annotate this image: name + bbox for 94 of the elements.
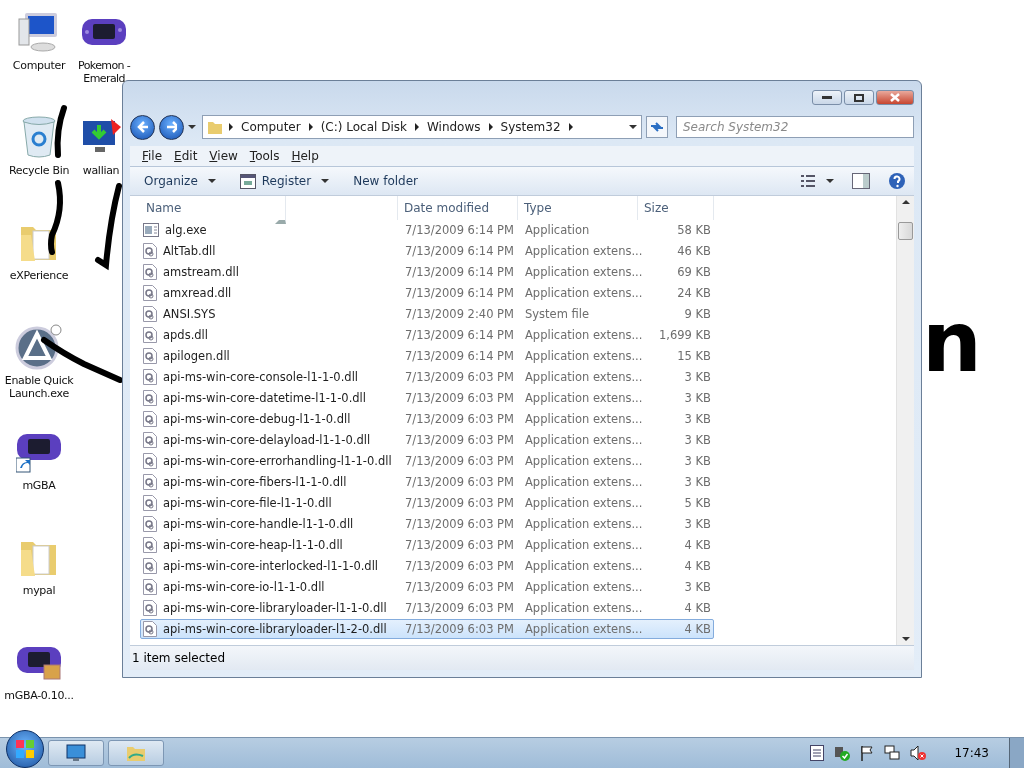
date-modified: 7/13/2009 6:03 PM bbox=[404, 475, 515, 489]
date-modified: 7/13/2009 6:03 PM bbox=[404, 517, 515, 531]
file-size: 58 KB bbox=[676, 223, 712, 237]
file-row[interactable]: AltTab.dll 7/13/2009 6:14 PM Application extens... 46 KB bbox=[140, 241, 714, 261]
file-name: api-ms-win-core-debug-l1-1-0.dll bbox=[163, 412, 351, 426]
desktop-icon-label[interactable]: Pokemon - Emerald bbox=[78, 59, 131, 85]
desktop-icon-label[interactable]: eXPerience bbox=[9, 269, 69, 282]
menu-item[interactable]: Help bbox=[287, 147, 323, 165]
desktop-icon-label[interactable]: Enable Quick Launch.exe bbox=[4, 374, 74, 400]
handwritten-letter: n bbox=[922, 300, 982, 384]
file-size: 9 KB bbox=[683, 307, 712, 321]
desktop-icon-label[interactable]: Recycle Bin bbox=[8, 164, 70, 177]
desktop-icon-label[interactable]: wallian bbox=[82, 164, 120, 177]
file-row[interactable]: api-ms-win-core-io-l1-1-0.dll 7/13/2009 6:03 PM Application extens... 3 KB bbox=[140, 577, 714, 597]
file-name: api-ms-win-core-heap-l1-1-0.dll bbox=[163, 538, 343, 552]
clock[interactable]: 17:43 bbox=[954, 746, 989, 760]
date-modified: 7/13/2009 6:03 PM bbox=[404, 601, 515, 615]
date-modified: 7/13/2009 6:03 PM bbox=[404, 370, 515, 384]
file-name: api-ms-win-core-handle-l1-1-0.dll bbox=[163, 517, 354, 531]
file-name: api-ms-win-core-libraryloader-l1-1-0.dll bbox=[163, 601, 387, 615]
toolbar-button[interactable]: Register bbox=[233, 170, 336, 192]
file-name: ANSI.SYS bbox=[163, 307, 216, 321]
date-modified: 7/13/2009 6:14 PM bbox=[404, 265, 515, 279]
file-name: api-ms-win-core-io-l1-1-0.dll bbox=[163, 580, 325, 594]
menu-item[interactable]: File bbox=[138, 147, 167, 165]
date-modified: 7/13/2009 6:03 PM bbox=[404, 559, 515, 573]
date-modified: 7/13/2009 6:03 PM bbox=[404, 454, 515, 468]
desktop-icon-label[interactable]: mypal bbox=[22, 584, 56, 597]
file-row[interactable]: api-ms-win-core-console-l1-1-0.dll 7/13/2009 6:03 PM Application extens... 3 KB bbox=[140, 367, 714, 387]
file-type: System file bbox=[524, 307, 591, 321]
status-text: 1 item selected bbox=[132, 651, 226, 665]
toolbar-button[interactable]: New folder bbox=[347, 170, 424, 192]
file-row[interactable]: api-ms-win-core-libraryloader-l1-1-0.dll 7/13/2009 6:03 PM Application extens... 4 KB bbox=[140, 598, 714, 618]
file-name: AltTab.dll bbox=[163, 244, 216, 258]
file-name: api-ms-win-core-console-l1-1-0.dll bbox=[163, 370, 359, 384]
date-modified: 7/13/2009 6:03 PM bbox=[404, 580, 515, 594]
toolbar-button[interactable]: Organize bbox=[138, 170, 222, 192]
file-row[interactable]: api-ms-win-core-debug-l1-1-0.dll 7/13/2009 6:03 PM Application extens... 3 KB bbox=[140, 409, 714, 429]
desktop-icon-label[interactable]: mGBA bbox=[22, 479, 56, 492]
file-name: api-ms-win-core-interlocked-l1-1-0.dll bbox=[163, 559, 379, 573]
date-modified: 7/13/2009 6:14 PM bbox=[404, 223, 515, 237]
file-row[interactable]: ANSI.SYS 7/13/2009 2:40 PM System file 9 KB bbox=[140, 304, 714, 324]
menu-item[interactable]: View bbox=[205, 147, 242, 165]
column-header[interactable]: Size bbox=[638, 196, 714, 220]
file-row[interactable]: amxread.dll 7/13/2009 6:14 PM Application extens... 24 KB bbox=[140, 283, 714, 303]
file-row[interactable]: api-ms-win-core-errorhandling-l1-1-0.dll 7/13/2009 6:03 PM Application extens... 3 KB bbox=[140, 451, 714, 471]
date-modified: 7/13/2009 6:14 PM bbox=[404, 328, 515, 342]
file-row[interactable]: api-ms-win-core-file-l1-1-0.dll 7/13/2009 6:03 PM Application extens... 5 KB bbox=[140, 493, 714, 513]
file-name: api-ms-win-core-file-l1-1-0.dll bbox=[163, 496, 332, 510]
date-modified: 7/13/2009 6:03 PM bbox=[404, 496, 515, 510]
file-row[interactable]: apilogen.dll 7/13/2009 6:14 PM Application extens... 15 KB bbox=[140, 346, 714, 366]
file-name: api-ms-win-core-datetime-l1-1-0.dll bbox=[163, 391, 366, 405]
file-row[interactable]: alg.exe 7/13/2009 6:14 PM Application 58 KB bbox=[140, 220, 714, 240]
menu-item[interactable]: Tools bbox=[245, 147, 284, 165]
menu-item[interactable]: Edit bbox=[170, 147, 202, 165]
date-modified: 7/13/2009 6:03 PM bbox=[404, 412, 515, 426]
date-modified: 7/13/2009 6:14 PM bbox=[404, 286, 515, 300]
date-modified: 7/13/2009 2:40 PM bbox=[404, 307, 515, 321]
file-name: apds.dll bbox=[163, 328, 208, 342]
file-name: api-ms-win-core-delayload-l1-1-0.dll bbox=[163, 433, 371, 447]
file-row[interactable]: api-ms-win-core-libraryloader-l1-2-0.dll 7/13/2009 6:03 PM Application extens... 4 KB bbox=[140, 619, 714, 639]
file-type: Application bbox=[524, 223, 591, 237]
file-name: apilogen.dll bbox=[163, 349, 230, 363]
date-modified: 7/13/2009 6:14 PM bbox=[404, 244, 515, 258]
address-bar[interactable]: Computer (C:) Local Disk Windows System32 bbox=[202, 115, 642, 139]
date-modified: 7/13/2009 6:03 PM bbox=[404, 538, 515, 552]
file-row[interactable]: api-ms-win-core-datetime-l1-1-0.dll 7/13/2009 6:03 PM Application extens... 3 KB bbox=[140, 388, 714, 408]
date-modified: 7/13/2009 6:03 PM bbox=[404, 433, 515, 447]
column-header[interactable]: Type bbox=[518, 196, 638, 220]
file-name: api-ms-win-core-fibers-l1-1-0.dll bbox=[163, 475, 347, 489]
file-row[interactable]: api-ms-win-core-fibers-l1-1-0.dll 7/13/2009 6:03 PM Application extens... 3 KB bbox=[140, 472, 714, 492]
file-row[interactable]: api-ms-win-core-delayload-l1-1-0.dll 7/13/2009 6:03 PM Application extens... 3 KB bbox=[140, 430, 714, 450]
file-row[interactable]: amstream.dll 7/13/2009 6:14 PM Application extens... 69 KB bbox=[140, 262, 714, 282]
search-field[interactable]: Search System32 bbox=[676, 116, 914, 138]
file-name: amxread.dll bbox=[163, 286, 232, 300]
file-row[interactable]: api-ms-win-core-interlocked-l1-1-0.dll 7/13/2009 6:03 PM Application extens... 4 KB bbox=[140, 556, 714, 576]
file-name: amstream.dll bbox=[163, 265, 239, 279]
breadcrumb-item[interactable]: System32 bbox=[500, 120, 561, 134]
breadcrumb-item[interactable]: Windows bbox=[426, 120, 481, 134]
column-header[interactable]: Name bbox=[140, 196, 398, 220]
file-name: alg.exe bbox=[165, 223, 207, 237]
breadcrumb-item[interactable]: (C:) Local Disk bbox=[320, 120, 407, 134]
file-name: api-ms-win-core-libraryloader-l1-2-0.dll bbox=[163, 622, 387, 636]
desktop-icon-label[interactable]: Computer bbox=[12, 59, 66, 72]
file-row[interactable]: api-ms-win-core-heap-l1-1-0.dll 7/13/2009 6:03 PM Application extens... 4 KB bbox=[140, 535, 714, 555]
date-modified: 7/13/2009 6:14 PM bbox=[404, 349, 515, 363]
date-modified: 7/13/2009 6:03 PM bbox=[404, 622, 515, 636]
file-row[interactable]: apds.dll 7/13/2009 6:14 PM Application extens... 1,699 KB bbox=[140, 325, 714, 345]
breadcrumb-item[interactable]: Computer bbox=[241, 120, 301, 134]
desktop-icon-label[interactable]: mGBA-0.10... bbox=[4, 689, 74, 702]
column-header[interactable]: Date modified bbox=[398, 196, 518, 220]
date-modified: 7/13/2009 6:03 PM bbox=[404, 391, 515, 405]
file-row[interactable]: api-ms-win-core-handle-l1-1-0.dll 7/13/2009 6:03 PM Application extens... 3 KB bbox=[140, 514, 714, 534]
file-name: api-ms-win-core-errorhandling-l1-1-0.dll bbox=[163, 454, 392, 468]
